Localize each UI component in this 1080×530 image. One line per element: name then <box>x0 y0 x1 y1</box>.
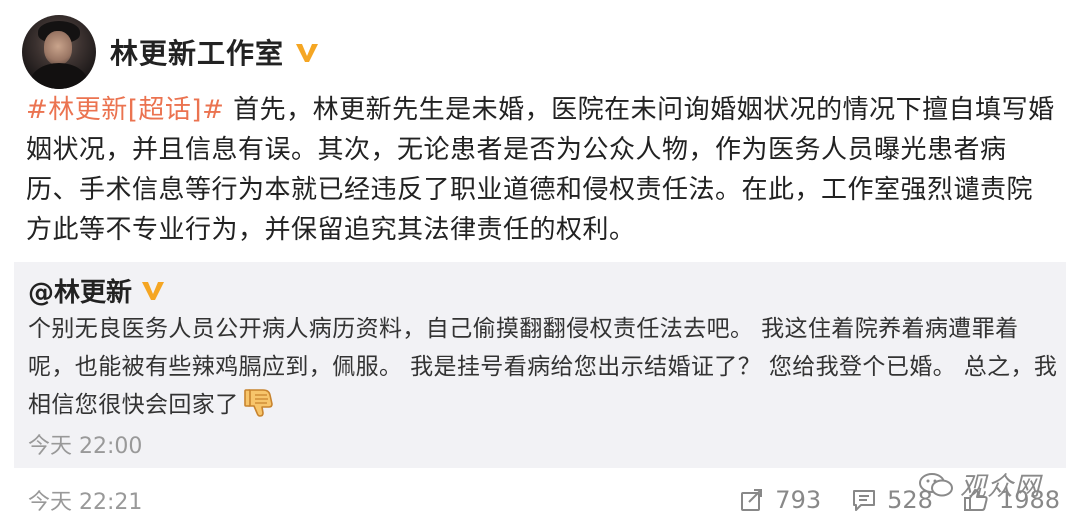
post-timestamp: 今天 22:21 <box>28 490 143 515</box>
repost-user-link[interactable]: @林更新 <box>28 272 132 309</box>
post-body: #林更新[超话]# 首先，林更新先生是未婚，医院在未问询婚姻状况的情况下擅自填写… <box>26 90 1056 250</box>
repost-user: @林更新 <box>28 270 166 310</box>
thumbs-down-emoji-icon <box>243 389 273 417</box>
reposted-card[interactable]: @林更新 个别无良医务人员公开病人病历资料，自己偷摸翻翻侵权责任法去吧。 我这住… <box>14 262 1066 468</box>
like-button[interactable]: 1988 <box>963 486 1060 514</box>
repost-timestamp: 今天 22:00 <box>28 434 143 459</box>
author-avatar[interactable] <box>22 15 96 89</box>
repost-text: 个别无良医务人员公开病人病历资料，自己偷摸翻翻侵权责任法去吧。 我这住着院养着病… <box>28 310 1058 424</box>
like-count: 1988 <box>998 486 1060 514</box>
post-header: 林更新工作室 <box>22 14 320 90</box>
topic-tag-link[interactable]: #林更新[超话]# <box>26 95 224 125</box>
repost-count: 793 <box>775 486 822 514</box>
comment-count: 528 <box>887 486 933 514</box>
verified-badge-icon <box>296 44 319 62</box>
avatar-body <box>30 63 88 89</box>
comment-icon <box>853 490 876 511</box>
repost-button[interactable]: 793 <box>739 486 821 514</box>
author-name[interactable]: 林更新工作室 <box>110 32 284 72</box>
comment-button[interactable]: 528 <box>851 486 933 514</box>
action-bar: 793 528 1988 <box>709 482 1060 518</box>
repost-body: 个别无良医务人员公开病人病历资料，自己偷摸翻翻侵权责任法去吧。 我这住着院养着病… <box>28 316 1058 418</box>
avatar-face <box>44 31 72 65</box>
like-icon <box>963 489 988 511</box>
repost-icon <box>741 489 763 511</box>
verified-badge-icon <box>142 282 165 300</box>
